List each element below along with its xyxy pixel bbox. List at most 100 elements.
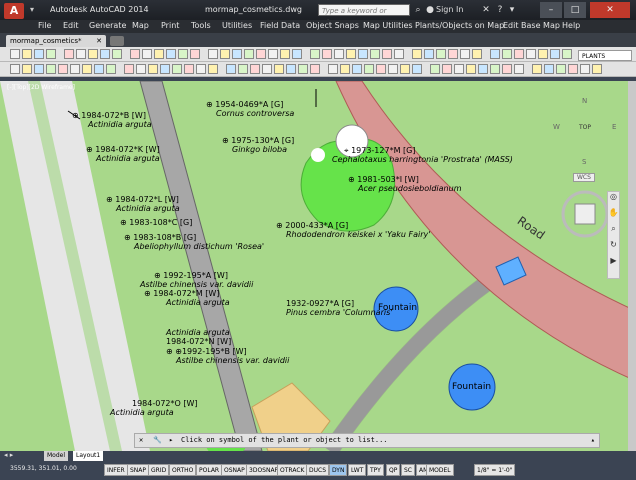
toolbar-tool-icon[interactable] [298,64,308,74]
toolbar-tool-icon[interactable] [490,64,500,74]
toolbar-tool-icon[interactable] [166,49,176,59]
toolbar-tool-icon[interactable] [436,49,446,59]
toolbar-tool-icon[interactable] [580,64,590,74]
menu-edit-base-map[interactable]: Edit Base Map [503,21,560,30]
autocad-logo-button[interactable]: A [4,3,24,19]
wcs-menu[interactable]: WCS [573,173,595,182]
toolbar-tool-icon[interactable] [562,49,572,59]
toolbar-tool-icon[interactable] [10,64,20,74]
plant-label[interactable]: ⊕ 1984-072*K [W] Actinidia arguta [86,145,160,163]
status-toggle-lwt[interactable]: LWT [348,464,367,476]
toolbar-tool-icon[interactable] [424,49,434,59]
toolbar-tool-icon[interactable] [412,49,422,59]
close-tab-icon[interactable]: ✕ [96,35,102,47]
menu-help[interactable]: Help [562,21,580,30]
status-toggle-sc[interactable]: SC [401,464,415,476]
plant-label[interactable]: 1932-0927*A [G] Pinus cembra 'Columnaris' [286,299,392,317]
plant-label[interactable]: ⊕ 1984-072*B [W] Actinidia arguta [72,111,152,129]
status-toggle-ducs[interactable]: DUCS [306,464,330,476]
menu-field-data[interactable]: Field Data [260,21,300,30]
plant-label[interactable]: ⌖ 1973-127*M [G] Cephalotaxus harringtoni… [332,146,513,164]
plant-label[interactable]: ⊕ 2000-433*A [G] Rhododendron keiskei x '… [276,221,430,239]
toolbar-tool-icon[interactable] [454,64,464,74]
tab-nav-icon[interactable]: ◂ ▸ [4,451,13,459]
toolbar-tool-icon[interactable] [382,49,392,59]
status-toggle-snap[interactable]: SNAP [127,464,150,476]
status-toggle-ortho[interactable]: ORTHO [169,464,197,476]
menu-tools[interactable]: Tools [191,21,211,30]
user-icon[interactable]: ● [424,4,436,16]
orbit-icon[interactable]: ↻ [608,240,619,256]
toolbar-tool-icon[interactable] [88,49,98,59]
toolbar-tool-icon[interactable] [46,49,56,59]
toolbar-tool-icon[interactable] [148,64,158,74]
menu-edit[interactable]: Edit [63,21,79,30]
toolbar-tool-icon[interactable] [556,64,566,74]
menu-map-utilities[interactable]: Map Utilities [363,21,413,30]
model-space-toggle[interactable]: MODEL [426,464,454,476]
search-icon[interactable]: ⌕ [412,4,424,16]
new-tab-button[interactable] [110,36,124,46]
toolbar-tool-icon[interactable] [322,49,332,59]
toolbar-tool-icon[interactable] [286,64,296,74]
toolbar-tool-icon[interactable] [64,49,74,59]
help-dropdown-icon[interactable]: ▾ [506,4,518,16]
toolbar-tool-icon[interactable] [70,64,80,74]
toolbar-tool-icon[interactable] [22,64,32,74]
toolbar-tool-icon[interactable] [136,64,146,74]
viewcube[interactable] [560,189,610,239]
toolbar-tool-icon[interactable] [112,49,122,59]
toolbar-tool-icon[interactable] [394,49,404,59]
toolbar-tool-icon[interactable] [190,49,200,59]
plant-label[interactable]: ⊕ 1984-072*M [W] Actinidia arguta [144,289,230,307]
toolbar-tool-icon[interactable] [538,49,548,59]
toolbar-tool-icon[interactable] [442,64,452,74]
toolbar-tool-icon[interactable] [550,49,560,59]
status-toggle-grid[interactable]: GRID [148,464,170,476]
toolbar-tool-icon[interactable] [100,49,110,59]
toolbar-tool-icon[interactable] [154,49,164,59]
status-toggle-infer[interactable]: INFER [104,464,128,476]
toolbar-tool-icon[interactable] [142,49,152,59]
toolbar-tool-icon[interactable] [466,64,476,74]
plant-label[interactable]: ⊕ 1984-072*L [W] Actinidia arguta [106,195,180,213]
minimize-button[interactable]: – [540,2,562,18]
close-button[interactable]: ✕ [590,2,630,18]
status-toggle-otrack[interactable]: OTRACK [277,464,308,476]
viewport-controls-label[interactable]: [-][Top][2D Wireframe] [7,84,75,91]
plant-label[interactable]: ⊕ 1992-195*A [W] Astilbe chinensis var. d… [140,271,253,289]
toolbar-tool-icon[interactable] [568,64,578,74]
zoom-icon[interactable]: ⌕ [608,224,619,240]
viewcube-west[interactable]: W [553,123,560,131]
toolbar-tool-icon[interactable] [208,64,218,74]
command-line[interactable]: ✕ 🔧 ▸ Click on symbol of the plant or ob… [134,433,600,448]
toolbar-tool-icon[interactable] [208,49,218,59]
viewcube-top[interactable]: TOP [579,124,591,131]
toolbar-tool-icon[interactable] [82,64,92,74]
drawing-viewport[interactable]: [-][Top][2D Wireframe] Road Fountain Fou… [0,81,636,451]
toolbar-tool-icon[interactable] [544,64,554,74]
plant-label[interactable]: ⊕ 1983-108*C [G] [120,218,192,227]
viewcube-south[interactable]: S [582,158,586,166]
menu-file[interactable]: File [38,21,51,30]
toolbar-tool-icon[interactable] [106,64,116,74]
toolbar-tool-icon[interactable] [160,64,170,74]
toolbar-tool-icon[interactable] [292,49,302,59]
toolbar-tool-icon[interactable] [400,64,410,74]
toolbar-tool-icon[interactable] [34,64,44,74]
menu-plants-objects[interactable]: Plants/Objects on Map [415,21,504,30]
toolbar-tool-icon[interactable] [124,64,134,74]
toolbar-tool-icon[interactable] [310,64,320,74]
toolbar-tool-icon[interactable] [448,49,458,59]
menu-utilities[interactable]: Utilities [222,21,252,30]
toolbar-tool-icon[interactable] [514,64,524,74]
layer-dropdown[interactable]: PLANTS [578,50,632,61]
help-icon[interactable]: ? [494,4,506,16]
close-command-icon[interactable]: ✕ [139,434,143,447]
status-toggle-osnap[interactable]: OSNAP [221,464,248,476]
toolbar-tool-icon[interactable] [526,49,536,59]
plant-label[interactable]: ⊕ ⊕1992-195*B [W] Astilbe chinensis var. … [166,347,289,365]
toolbar-tool-icon[interactable] [220,49,230,59]
toolbar-tool-icon[interactable] [514,49,524,59]
plant-label[interactable]: Actinidia arguta [166,328,230,337]
